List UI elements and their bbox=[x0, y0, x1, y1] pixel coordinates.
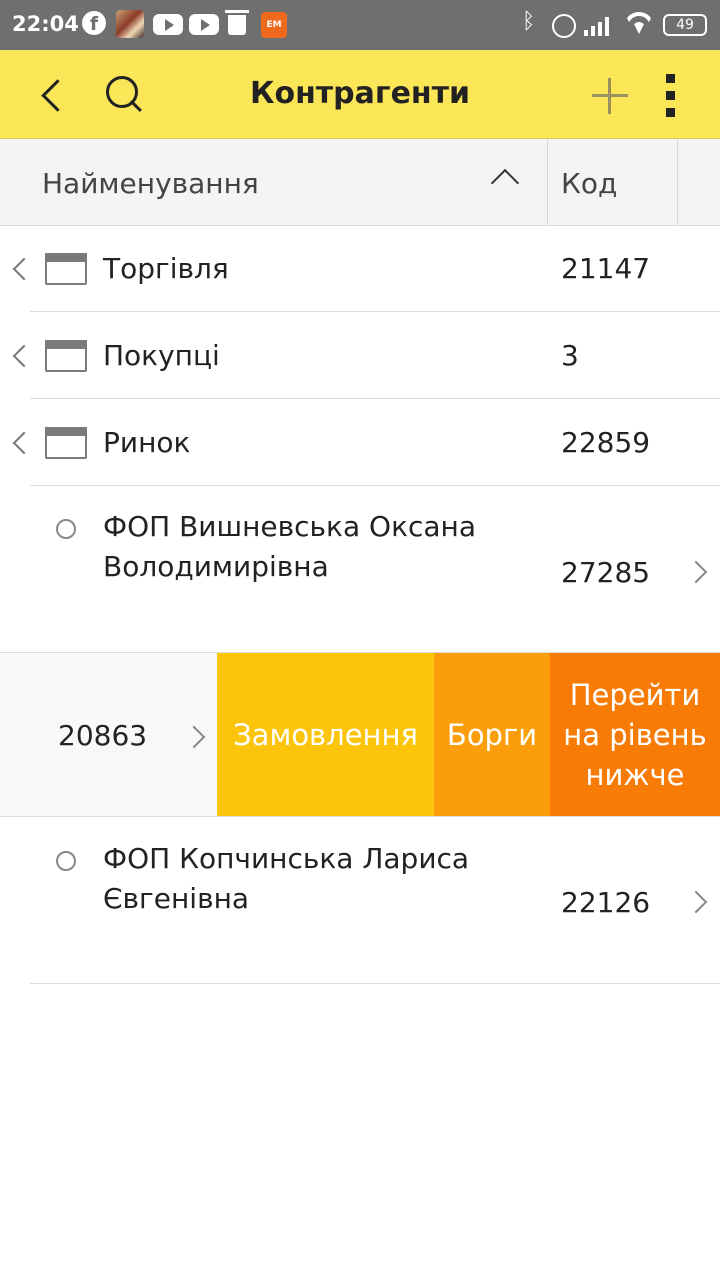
folder-icon bbox=[45, 253, 87, 285]
bluetooth-icon: ᛒ bbox=[522, 9, 536, 34]
table-row[interactable]: Покупці 3 bbox=[0, 312, 720, 399]
row-divider bbox=[30, 983, 720, 984]
youtube-icon bbox=[153, 14, 183, 35]
column-divider bbox=[677, 139, 678, 225]
back-icon[interactable] bbox=[30, 72, 74, 116]
row-label: Покупці bbox=[103, 339, 220, 372]
column-code-header[interactable]: Код bbox=[561, 167, 617, 200]
expand-chevron-icon[interactable] bbox=[12, 431, 36, 455]
row-code: 22859 bbox=[561, 426, 651, 459]
column-name-header[interactable]: Найменування bbox=[42, 167, 259, 200]
facebook-icon: f bbox=[82, 11, 106, 35]
expand-chevron-icon[interactable] bbox=[12, 257, 36, 281]
row-label: Торгівля bbox=[103, 252, 229, 285]
row-code: 22126 bbox=[561, 886, 651, 919]
page-title: Контрагенти bbox=[249, 76, 471, 111]
status-time: 22:04 bbox=[12, 12, 79, 36]
chevron-right-icon[interactable] bbox=[684, 560, 708, 584]
youtube-icon bbox=[189, 14, 219, 35]
folder-icon bbox=[45, 340, 87, 372]
signal-icon bbox=[584, 14, 614, 36]
table-row[interactable]: Торгівля 21147 bbox=[0, 226, 720, 312]
swiped-row[interactable]: 20863 Замовлення Борги Перейти на рівень… bbox=[0, 652, 720, 817]
folder-icon bbox=[45, 427, 87, 459]
status-bar: 22:04 f EM ᛒ 49 bbox=[0, 0, 720, 50]
row-code: 3 bbox=[561, 339, 579, 372]
add-icon[interactable] bbox=[588, 74, 632, 118]
debts-action-button[interactable]: Борги bbox=[434, 653, 550, 816]
radio-button[interactable] bbox=[56, 851, 76, 871]
more-vert-icon[interactable] bbox=[658, 72, 686, 118]
go-level-down-label-line2: на рівень bbox=[563, 717, 707, 752]
row-label-line1: ФОП Копчинська Лариса bbox=[103, 842, 470, 875]
row-code: 20863 bbox=[58, 719, 148, 752]
table-row[interactable]: Ринок 22859 bbox=[0, 399, 720, 486]
wifi-icon bbox=[624, 10, 654, 34]
row-label: Ринок bbox=[103, 426, 191, 459]
chevron-right-icon[interactable] bbox=[182, 725, 206, 749]
game-avatar-icon bbox=[116, 10, 144, 38]
row-label-line1: ФОП Вишневська Оксана bbox=[103, 510, 476, 543]
trash-icon bbox=[225, 10, 249, 35]
go-level-down-action-button[interactable]: Перейти на рівень нижче bbox=[550, 653, 720, 816]
row-code: 21147 bbox=[561, 252, 651, 285]
chevron-right-icon[interactable] bbox=[684, 890, 708, 914]
column-divider bbox=[547, 139, 548, 225]
debts-action-label: Борги bbox=[446, 717, 538, 752]
radio-button[interactable] bbox=[56, 519, 76, 539]
table-row[interactable]: ФОП Вишневська Оксана Володимирівна 2728… bbox=[0, 486, 720, 652]
row-code: 27285 bbox=[561, 556, 651, 589]
alarm-icon bbox=[552, 14, 576, 38]
expand-chevron-icon[interactable] bbox=[12, 344, 36, 368]
search-icon[interactable] bbox=[100, 70, 150, 120]
column-header: Найменування Код bbox=[0, 139, 720, 226]
go-level-down-label-line1: Перейти bbox=[569, 677, 701, 712]
em-app-icon: EM bbox=[261, 12, 287, 38]
row-label-line2: Володимирівна bbox=[103, 550, 329, 583]
orders-action-label: Замовлення bbox=[233, 717, 418, 752]
go-level-down-label-line3: нижче bbox=[585, 757, 685, 792]
sort-ascending-icon[interactable] bbox=[490, 168, 520, 198]
orders-action-button[interactable]: Замовлення bbox=[217, 653, 434, 816]
battery-icon: 49 bbox=[663, 14, 707, 36]
row-label-line2: Євгенівна bbox=[103, 882, 250, 915]
table-row[interactable]: ФОП Копчинська Лариса Євгенівна 22126 bbox=[0, 818, 720, 984]
app-bar: Контрагенти bbox=[0, 50, 720, 139]
